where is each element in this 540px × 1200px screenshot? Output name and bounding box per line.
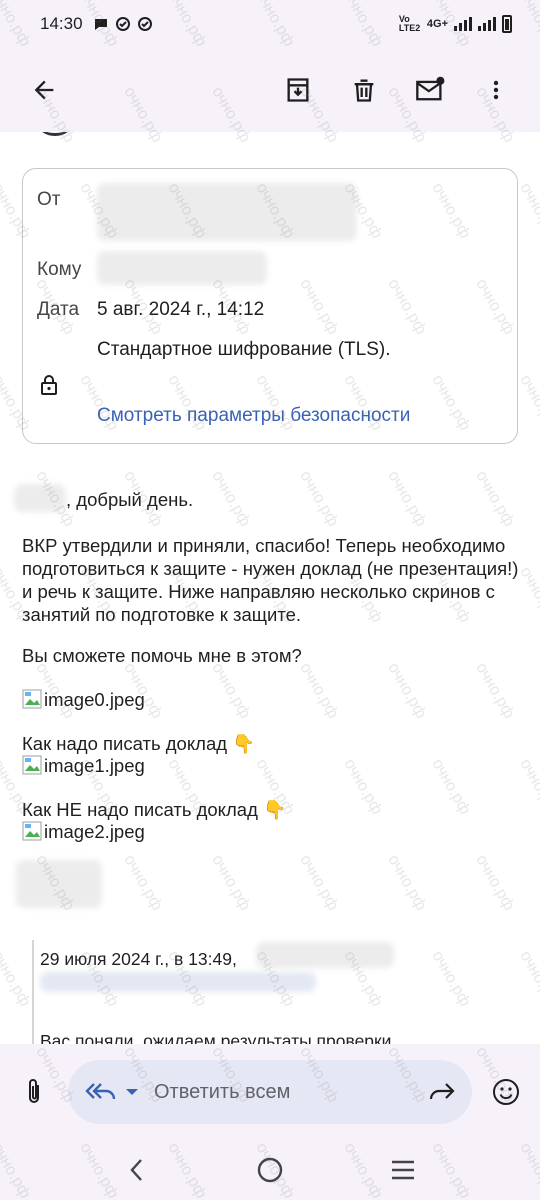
quote-header: 29 июля 2024 г., в 13:49, — [40, 949, 237, 969]
signal-icon — [478, 17, 496, 31]
archive-icon — [287, 78, 309, 102]
status-bar: 14:30 Vo LTE2 4G+ — [0, 0, 540, 48]
paperclip-icon — [29, 1079, 39, 1103]
image2-name: image2.jpeg — [44, 821, 145, 842]
reply-all-field[interactable]: Ответить всем — [68, 1060, 472, 1124]
emoji-icon — [493, 1079, 519, 1105]
nav-back-button[interactable] — [115, 1148, 159, 1192]
how-not-to-text: Как НЕ надо писать доклад 👇 — [22, 799, 287, 820]
how-to-text: Как надо писать доклад 👇 — [22, 733, 256, 754]
quote-text: Вас поняли, ожидаем результаты проверки — [40, 1031, 392, 1044]
status-right: Vo LTE2 4G+ — [399, 15, 512, 33]
nav-home-button[interactable] — [248, 1148, 292, 1192]
avatar — [38, 132, 72, 136]
broken-image-icon — [22, 821, 42, 841]
status-time: 14:30 — [40, 14, 83, 33]
mark-unread-button[interactable] — [408, 68, 452, 112]
check-circle-icon — [115, 17, 130, 31]
reply-all-icon — [85, 1083, 116, 1100]
body-paragraph: ВКР утвердили и приняли, спасибо! Теперь… — [22, 535, 519, 625]
quote-bar — [32, 940, 34, 1044]
menu-icon — [392, 1160, 415, 1180]
home-circle-icon — [257, 1157, 283, 1183]
app-bar — [0, 48, 540, 132]
archive-button[interactable] — [276, 68, 320, 112]
trash-icon — [354, 79, 374, 102]
more-vert-icon — [493, 80, 499, 100]
question-text: Вы сможете помочь мне в этом? — [22, 645, 302, 666]
quote-email-redacted — [40, 972, 316, 992]
system-nav-bar — [0, 1140, 540, 1200]
attach-button[interactable] — [12, 1070, 56, 1114]
chevron-down-icon[interactable] — [124, 1087, 140, 1097]
attachment-image1[interactable]: image1.jpeg — [22, 754, 145, 777]
quote-sender-redacted — [256, 942, 394, 968]
message-details-card: От Кому Дата 5 авг. 2024 г., 14:12 Станд… — [22, 168, 518, 444]
from-value-redacted — [97, 183, 357, 241]
date-label: Дата — [37, 299, 80, 320]
lock-icon — [41, 375, 57, 395]
mail-unread-icon — [416, 76, 445, 101]
volte-label: Vo LTE2 — [398, 14, 421, 33]
from-label: От — [37, 189, 61, 210]
emoji-button[interactable] — [484, 1070, 528, 1114]
date-value: 5 авг. 2024 г., 14:12 — [97, 299, 265, 320]
more-options-button[interactable] — [474, 68, 518, 112]
nav-recents-button[interactable] — [381, 1148, 425, 1192]
app-actions — [276, 68, 518, 112]
encryption-text: Стандартное шифрование (TLS). — [97, 339, 391, 360]
check-circle-icon — [137, 17, 152, 31]
reply-all-label: Ответить всем — [154, 1080, 291, 1103]
signal-icon — [454, 17, 472, 31]
attachment-image0[interactable]: image0.jpeg — [22, 688, 145, 711]
to-value-redacted — [97, 251, 267, 285]
forward-icon[interactable] — [426, 1081, 456, 1103]
back-button[interactable] — [22, 68, 66, 112]
battery-icon — [502, 15, 512, 33]
to-label: Кому — [37, 259, 82, 280]
broken-image-icon — [22, 755, 42, 775]
image1-name: image1.jpeg — [44, 755, 145, 776]
broken-image-icon — [22, 689, 42, 709]
recipient-name-redacted — [14, 484, 66, 512]
arrow-left-icon — [34, 80, 54, 100]
delete-button[interactable] — [342, 68, 386, 112]
security-details-link[interactable]: Смотреть параметры безопасности — [97, 405, 410, 427]
signature-redacted — [16, 860, 102, 908]
chevron-left-icon — [130, 1159, 142, 1181]
notification-icons — [93, 16, 153, 32]
network-label: 4G+ — [426, 18, 448, 30]
image0-name: image0.jpeg — [44, 689, 145, 710]
greeting-text: , добрый день. — [66, 489, 194, 510]
message-content: От Кому Дата 5 авг. 2024 г., 14:12 Станд… — [0, 132, 540, 1044]
attachment-image2[interactable]: image2.jpeg — [22, 820, 145, 843]
reply-bar: Ответить всем — [0, 1044, 540, 1140]
chat-icon — [94, 19, 107, 30]
